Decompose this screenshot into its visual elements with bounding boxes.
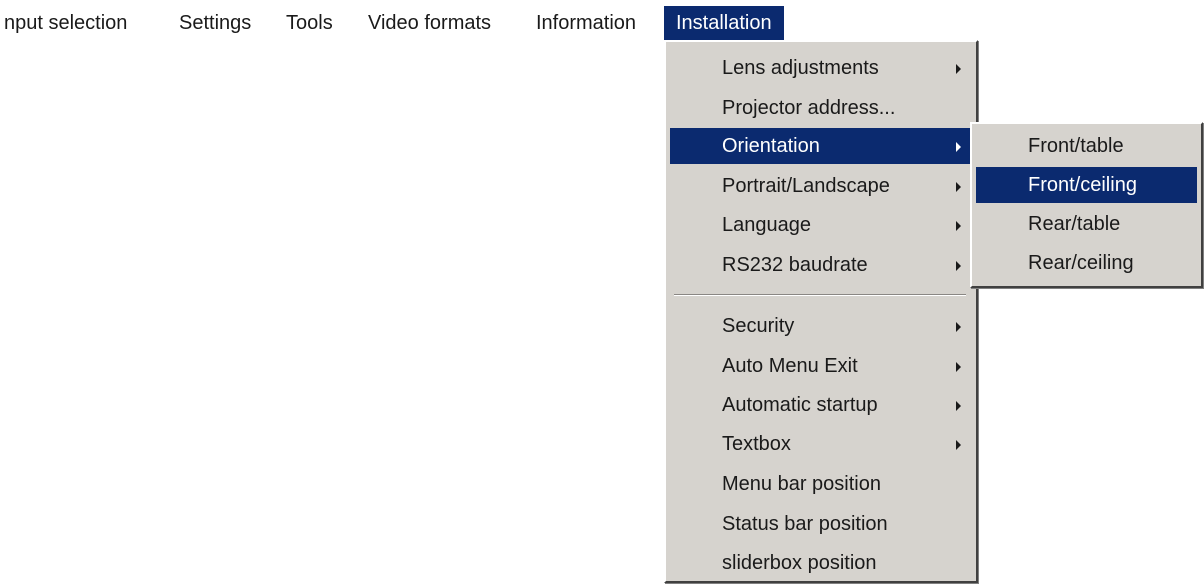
submenu-item-front-ceiling[interactable]: Front/ceiling	[976, 167, 1197, 203]
menu-item-label: Automatic startup	[722, 394, 878, 416]
chevron-right-icon	[956, 362, 961, 372]
menu-item-automatic-startup[interactable]: Automatic startup	[670, 387, 972, 423]
menu-bar: nput selection Settings Tools Video form…	[0, 0, 1204, 48]
menu-settings[interactable]: Settings	[177, 8, 253, 38]
menu-separator	[674, 294, 966, 296]
chevron-right-icon	[956, 142, 961, 152]
chevron-right-icon	[956, 64, 961, 74]
chevron-right-icon	[956, 182, 961, 192]
menu-item-label: Lens adjustments	[722, 57, 879, 79]
menu-item-textbox[interactable]: Textbox	[670, 426, 972, 462]
menu-item-auto-menu-exit[interactable]: Auto Menu Exit	[670, 348, 972, 384]
menu-item-label: Status bar position	[722, 513, 888, 535]
menu-item-rs232-baudrate[interactable]: RS232 baudrate	[670, 247, 972, 283]
submenu-item-label: Rear/table	[1028, 213, 1121, 235]
menu-item-label: Textbox	[722, 433, 791, 455]
menu-item-orientation[interactable]: Orientation	[670, 128, 972, 164]
menu-item-label: Portrait/Landscape	[722, 175, 890, 197]
menu-installation[interactable]: Installation	[664, 6, 784, 40]
menu-item-projector-address[interactable]: Projector address...	[670, 90, 972, 126]
chevron-right-icon	[956, 440, 961, 450]
menu-item-sliderbox-position[interactable]: sliderbox position	[670, 545, 972, 581]
menu-item-menu-bar-position[interactable]: Menu bar position	[670, 466, 972, 502]
menu-information[interactable]: Information	[534, 8, 638, 38]
menu-item-portrait-landscape[interactable]: Portrait/Landscape	[670, 168, 972, 204]
submenu-item-front-table[interactable]: Front/table	[976, 128, 1197, 164]
submenu-item-rear-table[interactable]: Rear/table	[976, 206, 1197, 242]
menu-item-language[interactable]: Language	[670, 207, 972, 243]
menu-input-selection[interactable]: nput selection	[2, 8, 129, 38]
menu-tools[interactable]: Tools	[284, 8, 335, 38]
installation-menu: Lens adjustments Projector address... Or…	[664, 40, 978, 583]
menu-item-status-bar-position[interactable]: Status bar position	[670, 506, 972, 542]
chevron-right-icon	[956, 261, 961, 271]
chevron-right-icon	[956, 221, 961, 231]
submenu-item-label: Front/table	[1028, 135, 1124, 157]
menu-item-lens-adjustments[interactable]: Lens adjustments	[670, 50, 972, 86]
menu-item-label: sliderbox position	[722, 552, 877, 574]
menu-item-label: Projector address...	[722, 97, 896, 119]
submenu-item-rear-ceiling[interactable]: Rear/ceiling	[976, 245, 1197, 281]
menu-item-label: Security	[722, 315, 795, 337]
chevron-right-icon	[956, 401, 961, 411]
submenu-item-label: Front/ceiling	[1028, 174, 1137, 196]
menu-video-formats[interactable]: Video formats	[366, 8, 493, 38]
menu-item-label: Auto Menu Exit	[722, 355, 858, 377]
orientation-submenu: Front/table Front/ceiling Rear/table Rea…	[970, 122, 1203, 288]
menu-item-label: Language	[722, 214, 811, 236]
screen: nput selection Settings Tools Video form…	[0, 0, 1204, 585]
menu-item-label: Menu bar position	[722, 473, 881, 495]
submenu-item-label: Rear/ceiling	[1028, 252, 1134, 274]
menu-item-label: Orientation	[722, 135, 820, 157]
menu-item-security[interactable]: Security	[670, 308, 972, 344]
chevron-right-icon	[956, 322, 961, 332]
menu-item-label: RS232 baudrate	[722, 254, 868, 276]
